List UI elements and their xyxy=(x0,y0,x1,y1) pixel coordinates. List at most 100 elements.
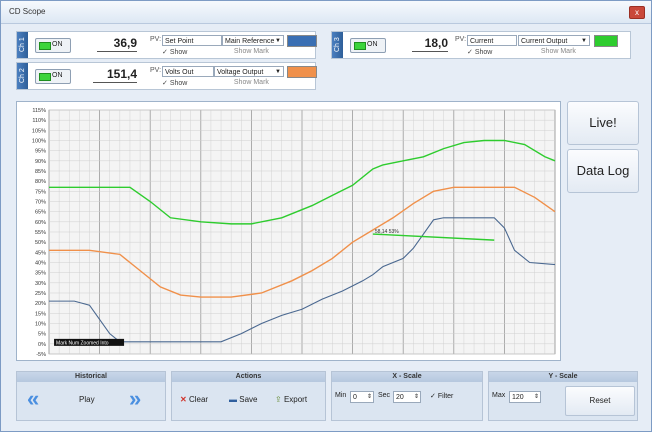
sec-label: Sec xyxy=(378,392,391,399)
channel-1-value: 36,9 xyxy=(97,36,137,52)
y-tick-label: 55% xyxy=(35,230,46,236)
y-tick-label: 35% xyxy=(35,271,46,277)
historical-group: Historical « Play » xyxy=(16,371,166,421)
pv-source-text: Current Output xyxy=(521,38,568,45)
channel-2-show-checkbox[interactable]: ✓ Show xyxy=(162,79,187,87)
y-tick-label: 105% xyxy=(32,128,46,134)
show-mark-label: Show Mark xyxy=(233,48,269,55)
filter-checkbox[interactable]: ✓ Filter xyxy=(430,392,453,400)
channel-2-pv-source-select[interactable]: Voltage Output ▼ xyxy=(214,66,284,77)
y-tick-label: 110% xyxy=(32,118,46,124)
spinner-arrows-icon: ⇕ xyxy=(366,394,372,400)
channel-3-pv-name[interactable]: Current xyxy=(467,35,517,46)
y-tick-label: 50% xyxy=(35,240,46,246)
actions-group: Actions ✕ Clear ▬ Save ⇪ Export xyxy=(171,371,326,421)
data-log-button[interactable]: Data Log xyxy=(567,149,639,193)
y-tick-label: 30% xyxy=(35,281,46,287)
chevron-down-icon: ▼ xyxy=(275,69,281,75)
y-tick-label: 25% xyxy=(35,291,46,297)
power-led-icon xyxy=(39,42,51,50)
sec-spinner[interactable]: 20 ⇕ xyxy=(393,391,421,403)
save-label: Save xyxy=(239,395,258,404)
scope-plot[interactable]: 115% 110% 105% 100% 95% 90% 85% 80% 75% 70% 65% 60%… xyxy=(16,101,561,361)
clear-button[interactable]: ✕ Clear xyxy=(180,395,208,404)
fast-forward-button[interactable]: » xyxy=(129,388,141,410)
channel-3-panel: Ch 3 ON 18,0 PV: Current Current Output … xyxy=(331,31,631,59)
channel-3-show-checkbox[interactable]: ✓ Show xyxy=(467,48,492,56)
actions-header: Actions xyxy=(172,372,325,382)
marker-annotation: 58,14 53% xyxy=(375,229,399,235)
channel-1-color-swatch[interactable] xyxy=(287,35,317,47)
power-led-icon xyxy=(39,73,51,81)
min-label: Min xyxy=(335,392,347,399)
max-value: 120 xyxy=(512,394,524,401)
clear-x-icon: ✕ xyxy=(180,395,187,404)
rewind-button[interactable]: « xyxy=(27,388,39,410)
reset-button[interactable]: Reset xyxy=(565,386,635,416)
channel-3-on-toggle[interactable]: ON xyxy=(350,38,386,53)
on-label: ON xyxy=(367,41,378,48)
channel-2-show-mark-checkbox[interactable]: Show Mark xyxy=(230,79,269,86)
max-spinner[interactable]: 120 ⇕ xyxy=(509,391,541,403)
channel-1-panel: Ch 1 ON 36,9 PV: Set Point Main Referenc… xyxy=(16,31,317,59)
y-tick-label: 0% xyxy=(38,342,46,348)
channel-1-show-mark-checkbox[interactable]: Show Mark xyxy=(230,48,269,55)
chevron-down-icon: ▼ xyxy=(275,38,281,44)
x-scale-group: X - Scale Min 0 ⇕ Sec 20 ⇕ ✓ Filter xyxy=(331,371,483,421)
min-spinner[interactable]: 0 ⇕ xyxy=(350,391,374,403)
y-tick-label: 45% xyxy=(35,250,46,256)
y-tick-label: 75% xyxy=(35,189,46,195)
channel-1-pv-name[interactable]: Set Point xyxy=(162,35,222,46)
live-button[interactable]: Live! xyxy=(567,101,639,145)
channel-2-value: 151,4 xyxy=(93,67,137,83)
channel-3-pv-source-select[interactable]: Current Output ▼ xyxy=(518,35,590,46)
channel-3-tab[interactable]: Ch 3 xyxy=(332,32,343,58)
play-button[interactable]: Play xyxy=(79,395,95,404)
y-tick-label: 90% xyxy=(35,159,46,165)
title-bar: CD Scope x xyxy=(1,1,651,24)
scope-window: CD Scope x Ch 1 ON 36,9 PV: Set Point Ma… xyxy=(0,0,652,432)
y-tick-label: 95% xyxy=(35,149,46,155)
y-scale-group: Y - Scale Max 120 ⇕ Reset xyxy=(488,371,638,421)
channel-1-tab[interactable]: Ch 1 xyxy=(17,32,28,58)
show-label: Show xyxy=(169,80,188,87)
y-tick-label: 10% xyxy=(35,322,46,328)
sec-value: 20 xyxy=(396,394,404,401)
show-mark-label: Show Mark xyxy=(233,79,269,86)
channel-3-color-swatch[interactable] xyxy=(594,35,618,47)
y-tick-label: 70% xyxy=(35,200,46,206)
channel-1-show-checkbox[interactable]: ✓ Show xyxy=(162,48,187,56)
export-label: Export xyxy=(283,395,308,404)
channel-2-color-swatch[interactable] xyxy=(287,66,317,78)
scope-chart[interactable]: 115% 110% 105% 100% 95% 90% 85% 80% 75% 70% 65% 60%… xyxy=(17,102,560,360)
channel-1-pv-source-select[interactable]: Main Reference ▼ xyxy=(222,35,284,46)
channel-2-panel: Ch 2 ON 151,4 PV: Volts Out Voltage Outp… xyxy=(16,62,317,90)
historical-header: Historical xyxy=(17,372,165,382)
side-button-panel: Live! Data Log xyxy=(567,101,639,359)
pv-label: PV: xyxy=(150,36,162,43)
channel-3-value: 18,0 xyxy=(412,36,448,52)
channel-2-pv-name[interactable]: Volts Out xyxy=(162,66,214,77)
show-mark-label: Show Mark xyxy=(540,48,576,55)
on-label: ON xyxy=(52,41,63,48)
channel-2-tab[interactable]: Ch 2 xyxy=(17,63,28,89)
channel-3-show-mark-checkbox[interactable]: Show Mark xyxy=(537,48,576,55)
y-tick-label: 40% xyxy=(35,261,46,267)
spinner-arrows-icon: ⇕ xyxy=(533,394,539,400)
y-tick-label: -5% xyxy=(36,352,46,358)
save-button[interactable]: ▬ Save xyxy=(229,395,257,404)
spinner-arrows-icon: ⇕ xyxy=(413,394,419,400)
clear-label: Clear xyxy=(188,395,209,404)
channel-2-on-toggle[interactable]: ON xyxy=(35,69,71,84)
y-tick-label: 5% xyxy=(38,332,46,338)
save-icon: ▬ xyxy=(229,395,237,404)
y-tick-label: 15% xyxy=(35,311,46,317)
chevron-down-icon: ▼ xyxy=(581,38,587,44)
show-label: Show xyxy=(169,49,188,56)
export-icon: ⇪ xyxy=(275,395,282,404)
y-tick-label: 115% xyxy=(32,108,46,114)
channel-1-on-toggle[interactable]: ON xyxy=(35,38,71,53)
y-tick-label: 65% xyxy=(35,210,46,216)
close-button[interactable]: x xyxy=(629,6,645,19)
export-button[interactable]: ⇪ Export xyxy=(275,395,307,404)
